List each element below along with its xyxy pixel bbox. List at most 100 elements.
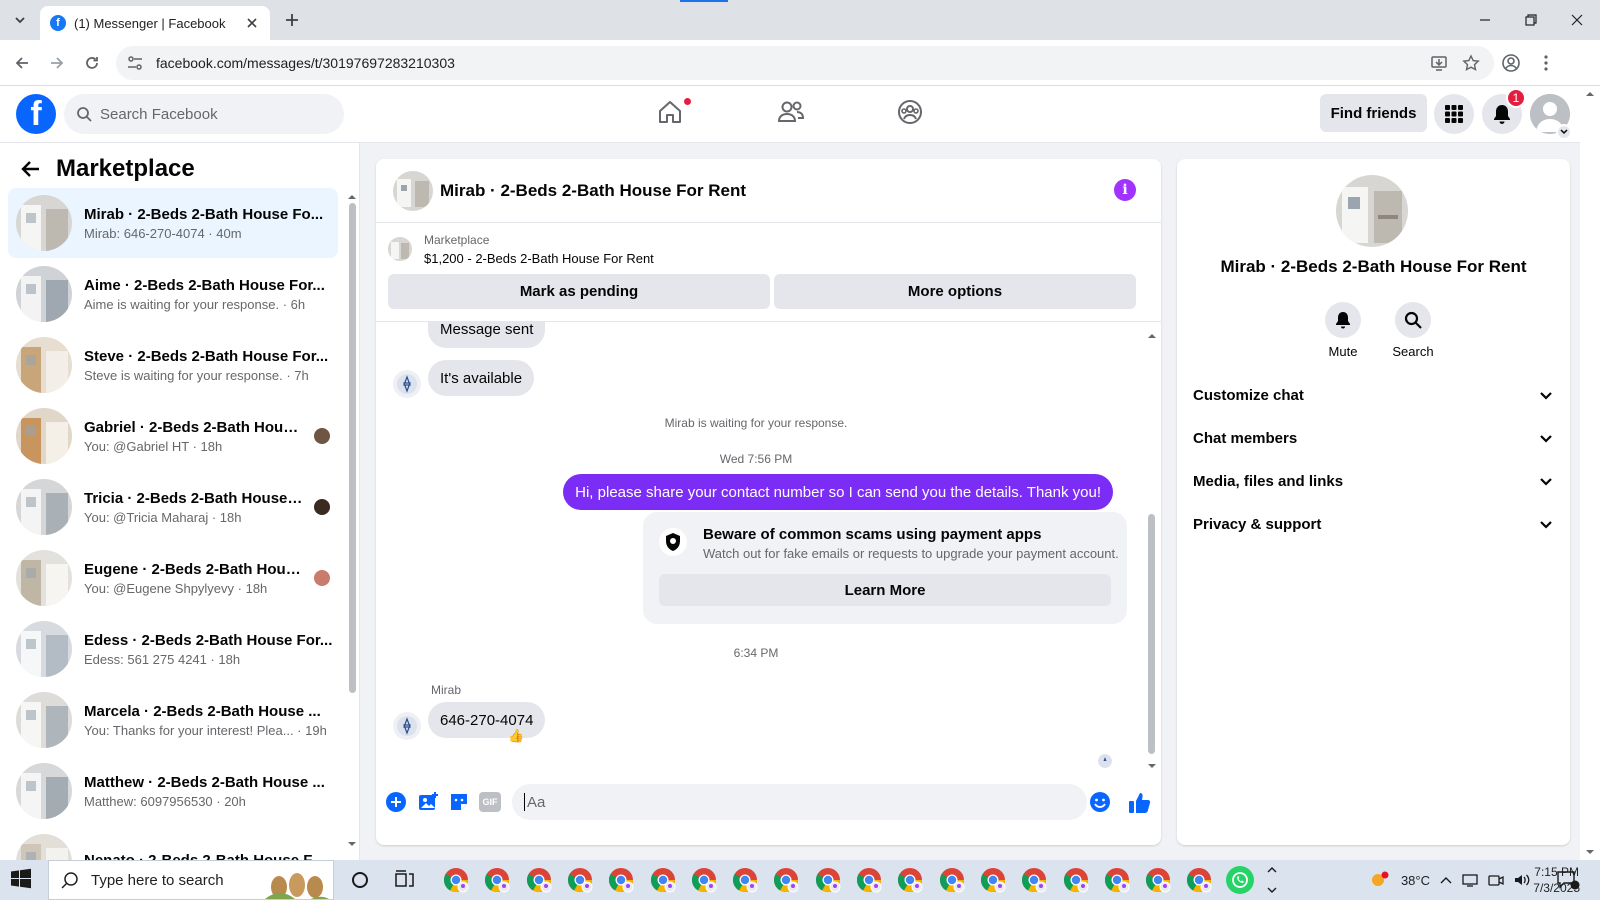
site-info-icon[interactable]	[126, 54, 144, 72]
conversation-item[interactable]: Eugene · 2-Beds 2-Bath Hous... You: @Euge…	[8, 543, 338, 613]
thumbs-up-reaction[interactable]: 👍	[508, 728, 524, 744]
profile-icon[interactable]	[1500, 52, 1522, 74]
find-friends-button[interactable]: Find friends	[1320, 94, 1427, 132]
back-arrow-icon[interactable]	[20, 158, 42, 180]
outgoing-message-bubble[interactable]: Hi, please share your contact number so …	[563, 474, 1113, 510]
show-hidden-icons-chevron-icon[interactable]	[1440, 875, 1452, 885]
reload-icon[interactable]	[81, 52, 103, 74]
mute-button[interactable]: Mute	[1308, 302, 1378, 359]
details-section-media-files-and-links[interactable]: Media, files and links	[1193, 459, 1555, 503]
message-bubble[interactable]: It's available	[428, 360, 535, 396]
chrome-taskbar-icon[interactable]	[649, 866, 677, 894]
chat-title[interactable]: Mirab · 2-Beds 2-Bath House For Rent	[440, 181, 746, 201]
chrome-taskbar-icon[interactable]	[1062, 866, 1090, 894]
conversation-item[interactable]: Steve · 2-Beds 2-Bath House For... Steve …	[8, 330, 338, 400]
message-input[interactable]: Aa	[512, 784, 1087, 820]
forward-icon[interactable]	[46, 52, 68, 74]
network-icon[interactable]	[1462, 873, 1478, 887]
chrome-taskbar-icon[interactable]	[979, 866, 1007, 894]
facebook-logo-icon[interactable]: f	[16, 94, 56, 134]
close-window-icon[interactable]	[1554, 0, 1600, 40]
page-scrollbar[interactable]	[1580, 86, 1600, 860]
chrome-taskbar-icon[interactable]	[896, 866, 924, 894]
tab-search-dropdown-icon[interactable]	[8, 8, 32, 32]
notification-center-icon[interactable]	[1556, 870, 1580, 890]
facebook-search-input[interactable]: Search Facebook	[64, 94, 344, 134]
chat-scroll-thumb[interactable]	[1148, 514, 1155, 754]
conversation-item[interactable]: Aime · 2-Beds 2-Bath House For... Aime is…	[8, 259, 338, 329]
conversation-item[interactable]: Mirab · 2-Beds 2-Bath House Fo... Mirab: …	[8, 188, 338, 258]
chrome-taskbar-icon[interactable]	[814, 866, 842, 894]
learn-more-button[interactable]: Learn More	[659, 574, 1111, 606]
conversation-item[interactable]: Tricia · 2-Beds 2-Bath House F... You: @T…	[8, 472, 338, 542]
browser-tab[interactable]: f (1) Messenger | Facebook	[40, 6, 270, 40]
temperature[interactable]: 38°C	[1401, 873, 1430, 888]
home-icon[interactable]	[656, 98, 688, 130]
new-tab-icon[interactable]	[282, 10, 302, 30]
details-avatar[interactable]	[1336, 175, 1408, 247]
message-bubble[interactable]: Message sent	[428, 322, 546, 348]
chrome-taskbar-icon[interactable]	[938, 866, 966, 894]
mark-as-pending-button[interactable]: Mark as pending	[388, 274, 770, 309]
thumbs-up-send-icon[interactable]	[1128, 791, 1151, 813]
chrome-taskbar-icon[interactable]	[1103, 866, 1131, 894]
meet-now-icon[interactable]	[1488, 873, 1504, 887]
emoji-icon[interactable]	[1089, 791, 1111, 813]
taskbar-overflow-arrows[interactable]	[1266, 864, 1278, 896]
weather-sun-icon[interactable]	[1369, 871, 1391, 889]
more-options-button[interactable]: More options	[774, 274, 1136, 309]
whatsapp-icon[interactable]	[1226, 866, 1254, 894]
sender-avatar[interactable]	[393, 712, 421, 740]
taskbar-search-box[interactable]: Type here to search	[48, 860, 334, 900]
conversation-item[interactable]: Edess · 2-Beds 2-Bath House For... Edess:…	[8, 614, 338, 684]
conversation-item[interactable]: Marcela · 2-Beds 2-Bath House ... You: Th…	[8, 685, 338, 755]
message-bubble-phone[interactable]: 646-270-4074	[428, 702, 546, 738]
gif-icon[interactable]: GIF	[479, 792, 501, 812]
attach-photo-icon[interactable]	[417, 791, 439, 813]
conversation-info-icon[interactable]: i	[1114, 179, 1136, 201]
chrome-taskbar-icon[interactable]	[525, 866, 553, 894]
chrome-taskbar-icon[interactable]	[566, 866, 594, 894]
search-in-conversation-button[interactable]: Search	[1378, 302, 1448, 359]
chrome-taskbar-icon[interactable]	[1020, 866, 1048, 894]
bookmark-star-icon[interactable]	[1462, 54, 1480, 72]
scam-warning-card: Beware of common scams using payment app…	[643, 512, 1127, 624]
conversation-thumbnail	[16, 763, 72, 819]
task-view-icon[interactable]	[394, 870, 416, 890]
chrome-taskbar-icon[interactable]	[1185, 866, 1213, 894]
conversation-item[interactable]: Gabriel · 2-Beds 2-Bath House... You: @Ga…	[8, 401, 338, 471]
sender-avatar[interactable]	[393, 370, 421, 398]
conversation-item[interactable]: Matthew · 2-Beds 2-Bath House ... Matthew…	[8, 756, 338, 826]
install-app-icon[interactable]	[1430, 54, 1448, 72]
chrome-taskbar-icon[interactable]	[772, 866, 800, 894]
listing-summary[interactable]: Marketplace $1,200 - 2-Beds 2-Bath House…	[388, 231, 1148, 267]
windows-start-icon[interactable]	[10, 868, 34, 892]
chrome-taskbar-icon[interactable]	[690, 866, 718, 894]
chevron-down-icon	[1537, 386, 1555, 404]
volume-icon[interactable]	[1514, 873, 1530, 887]
chrome-menu-icon[interactable]	[1535, 52, 1557, 74]
chrome-taskbar-icon[interactable]	[1144, 866, 1172, 894]
sidebar-scroll-thumb[interactable]	[349, 203, 356, 693]
add-plus-icon[interactable]	[385, 791, 407, 813]
chrome-taskbar-icon[interactable]	[483, 866, 511, 894]
menu-grid-icon[interactable]	[1434, 94, 1474, 134]
close-tab-icon[interactable]	[244, 15, 260, 31]
chrome-taskbar-icon[interactable]	[731, 866, 759, 894]
back-icon[interactable]	[11, 52, 33, 74]
friends-icon[interactable]	[776, 98, 808, 130]
restore-icon[interactable]	[1508, 0, 1554, 40]
account-chevron-icon[interactable]	[1556, 124, 1572, 140]
chrome-taskbar-icon[interactable]	[442, 866, 470, 894]
details-section-chat-members[interactable]: Chat members	[1193, 416, 1555, 460]
sticker-icon[interactable]	[448, 791, 470, 813]
details-section-privacy-support[interactable]: Privacy & support	[1193, 502, 1555, 546]
chat-avatar[interactable]	[393, 171, 433, 211]
address-bar[interactable]: facebook.com/messages/t/3019769728321030…	[116, 46, 1494, 80]
details-section-customize-chat[interactable]: Customize chat	[1193, 373, 1555, 417]
chrome-taskbar-icon[interactable]	[855, 866, 883, 894]
cortana-icon[interactable]	[350, 870, 370, 890]
groups-icon[interactable]	[896, 98, 928, 130]
minimize-icon[interactable]	[1462, 0, 1508, 40]
chrome-taskbar-icon[interactable]	[607, 866, 635, 894]
